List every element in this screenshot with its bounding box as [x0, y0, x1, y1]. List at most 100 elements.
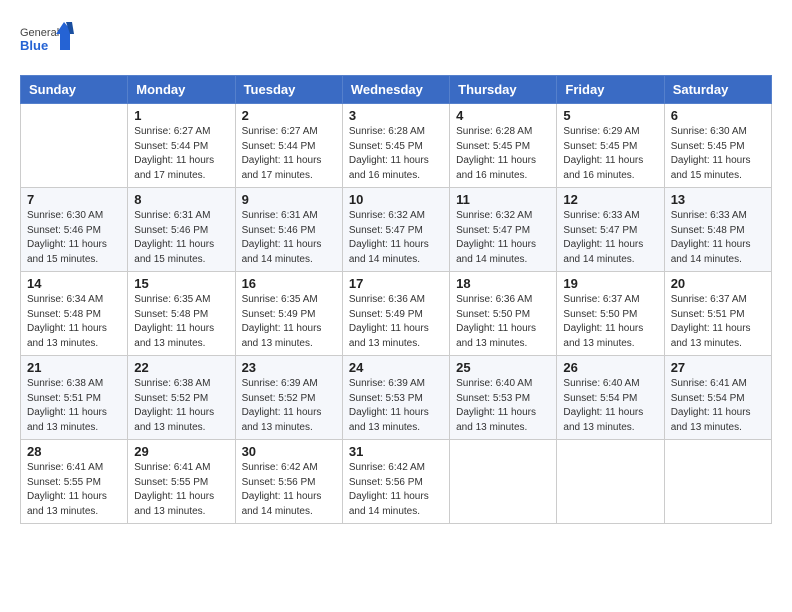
day-number: 8 — [134, 192, 228, 207]
day-number: 10 — [349, 192, 443, 207]
day-info: Sunrise: 6:30 AM Sunset: 5:46 PM Dayligh… — [27, 209, 121, 267]
day-number: 11 — [456, 192, 550, 207]
day-number: 24 — [349, 360, 443, 375]
svg-text:Blue: Blue — [20, 38, 48, 53]
calendar-cell: 16 Sunrise: 6:35 AM Sunset: 5:49 PM Dayli… — [235, 272, 342, 356]
day-info: Sunrise: 6:41 AM Sunset: 5:55 PM Dayligh… — [134, 461, 228, 519]
calendar-cell: 15 Sunrise: 6:35 AM Sunset: 5:48 PM Dayli… — [128, 272, 235, 356]
calendar-week-row: 14 Sunrise: 6:34 AM Sunset: 5:48 PM Dayli… — [21, 272, 772, 356]
day-info: Sunrise: 6:29 AM Sunset: 5:45 PM Dayligh… — [563, 125, 657, 183]
day-number: 6 — [671, 108, 765, 123]
calendar-cell: 24 Sunrise: 6:39 AM Sunset: 5:53 PM Dayli… — [342, 356, 449, 440]
day-header-friday: Friday — [557, 76, 664, 104]
calendar-cell: 26 Sunrise: 6:40 AM Sunset: 5:54 PM Dayli… — [557, 356, 664, 440]
calendar-cell: 3 Sunrise: 6:28 AM Sunset: 5:45 PM Daylig… — [342, 104, 449, 188]
day-header-monday: Monday — [128, 76, 235, 104]
calendar-cell: 7 Sunrise: 6:30 AM Sunset: 5:46 PM Daylig… — [21, 188, 128, 272]
day-info: Sunrise: 6:39 AM Sunset: 5:53 PM Dayligh… — [349, 377, 443, 435]
calendar-cell: 14 Sunrise: 6:34 AM Sunset: 5:48 PM Dayli… — [21, 272, 128, 356]
day-number: 1 — [134, 108, 228, 123]
calendar-cell: 28 Sunrise: 6:41 AM Sunset: 5:55 PM Dayli… — [21, 440, 128, 524]
day-info: Sunrise: 6:42 AM Sunset: 5:56 PM Dayligh… — [349, 461, 443, 519]
day-info: Sunrise: 6:35 AM Sunset: 5:48 PM Dayligh… — [134, 293, 228, 351]
day-number: 22 — [134, 360, 228, 375]
day-number: 21 — [27, 360, 121, 375]
day-number: 25 — [456, 360, 550, 375]
day-info: Sunrise: 6:33 AM Sunset: 5:47 PM Dayligh… — [563, 209, 657, 267]
calendar-cell: 19 Sunrise: 6:37 AM Sunset: 5:50 PM Dayli… — [557, 272, 664, 356]
calendar-cell: 12 Sunrise: 6:33 AM Sunset: 5:47 PM Dayli… — [557, 188, 664, 272]
calendar-cell: 29 Sunrise: 6:41 AM Sunset: 5:55 PM Dayli… — [128, 440, 235, 524]
day-info: Sunrise: 6:28 AM Sunset: 5:45 PM Dayligh… — [349, 125, 443, 183]
page-header: General Blue — [20, 20, 772, 65]
day-info: Sunrise: 6:37 AM Sunset: 5:50 PM Dayligh… — [563, 293, 657, 351]
day-number: 3 — [349, 108, 443, 123]
day-info: Sunrise: 6:33 AM Sunset: 5:48 PM Dayligh… — [671, 209, 765, 267]
day-info: Sunrise: 6:36 AM Sunset: 5:49 PM Dayligh… — [349, 293, 443, 351]
calendar-cell — [664, 440, 771, 524]
day-info: Sunrise: 6:30 AM Sunset: 5:45 PM Dayligh… — [671, 125, 765, 183]
calendar-cell: 13Sunrise: 6:33 AM Sunset: 5:48 PM Dayli… — [664, 188, 771, 272]
day-number: 28 — [27, 444, 121, 459]
day-info: Sunrise: 6:28 AM Sunset: 5:45 PM Dayligh… — [456, 125, 550, 183]
calendar-cell: 9 Sunrise: 6:31 AM Sunset: 5:46 PM Daylig… — [235, 188, 342, 272]
day-number: 31 — [349, 444, 443, 459]
day-number: 9 — [242, 192, 336, 207]
day-number: 23 — [242, 360, 336, 375]
day-number: 7 — [27, 192, 121, 207]
day-number: 26 — [563, 360, 657, 375]
day-info: Sunrise: 6:37 AM Sunset: 5:51 PM Dayligh… — [671, 293, 765, 351]
calendar-cell: 25 Sunrise: 6:40 AM Sunset: 5:53 PM Dayli… — [450, 356, 557, 440]
day-header-thursday: Thursday — [450, 76, 557, 104]
day-header-sunday: Sunday — [21, 76, 128, 104]
calendar-cell: 1 Sunrise: 6:27 AM Sunset: 5:44 PM Daylig… — [128, 104, 235, 188]
day-info: Sunrise: 6:27 AM Sunset: 5:44 PM Dayligh… — [242, 125, 336, 183]
calendar-cell: 31 Sunrise: 6:42 AM Sunset: 5:56 PM Dayli… — [342, 440, 449, 524]
day-number: 5 — [563, 108, 657, 123]
day-number: 14 — [27, 276, 121, 291]
calendar-cell: 20 Sunrise: 6:37 AM Sunset: 5:51 PM Dayli… — [664, 272, 771, 356]
day-info: Sunrise: 6:38 AM Sunset: 5:51 PM Dayligh… — [27, 377, 121, 435]
calendar-cell — [21, 104, 128, 188]
calendar-cell: 11Sunrise: 6:32 AM Sunset: 5:47 PM Dayli… — [450, 188, 557, 272]
calendar-cell — [450, 440, 557, 524]
day-info: Sunrise: 6:34 AM Sunset: 5:48 PM Dayligh… — [27, 293, 121, 351]
day-number: 16 — [242, 276, 336, 291]
day-info: Sunrise: 6:36 AM Sunset: 5:50 PM Dayligh… — [456, 293, 550, 351]
calendar-cell: 8 Sunrise: 6:31 AM Sunset: 5:46 PM Daylig… — [128, 188, 235, 272]
logo-svg: General Blue — [20, 20, 75, 65]
day-number: 20 — [671, 276, 765, 291]
day-info: Sunrise: 6:32 AM Sunset: 5:47 PM Dayligh… — [349, 209, 443, 267]
calendar-cell: 4Sunrise: 6:28 AM Sunset: 5:45 PM Daylig… — [450, 104, 557, 188]
calendar-cell: 17 Sunrise: 6:36 AM Sunset: 5:49 PM Dayli… — [342, 272, 449, 356]
calendar-cell: 22Sunrise: 6:38 AM Sunset: 5:52 PM Dayli… — [128, 356, 235, 440]
day-info: Sunrise: 6:42 AM Sunset: 5:56 PM Dayligh… — [242, 461, 336, 519]
day-info: Sunrise: 6:40 AM Sunset: 5:54 PM Dayligh… — [563, 377, 657, 435]
day-number: 29 — [134, 444, 228, 459]
day-info: Sunrise: 6:35 AM Sunset: 5:49 PM Dayligh… — [242, 293, 336, 351]
day-number: 12 — [563, 192, 657, 207]
calendar-cell: 30 Sunrise: 6:42 AM Sunset: 5:56 PM Dayli… — [235, 440, 342, 524]
day-number: 19 — [563, 276, 657, 291]
day-number: 30 — [242, 444, 336, 459]
day-info: Sunrise: 6:40 AM Sunset: 5:53 PM Dayligh… — [456, 377, 550, 435]
calendar-cell: 27 Sunrise: 6:41 AM Sunset: 5:54 PM Dayli… — [664, 356, 771, 440]
day-number: 15 — [134, 276, 228, 291]
day-info: Sunrise: 6:31 AM Sunset: 5:46 PM Dayligh… — [242, 209, 336, 267]
day-info: Sunrise: 6:27 AM Sunset: 5:44 PM Dayligh… — [134, 125, 228, 183]
day-number: 27 — [671, 360, 765, 375]
day-number: 17 — [349, 276, 443, 291]
calendar-week-row: 28 Sunrise: 6:41 AM Sunset: 5:55 PM Dayli… — [21, 440, 772, 524]
day-info: Sunrise: 6:31 AM Sunset: 5:46 PM Dayligh… — [134, 209, 228, 267]
day-info: Sunrise: 6:41 AM Sunset: 5:54 PM Dayligh… — [671, 377, 765, 435]
calendar-week-row: 1 Sunrise: 6:27 AM Sunset: 5:44 PM Daylig… — [21, 104, 772, 188]
day-header-wednesday: Wednesday — [342, 76, 449, 104]
day-info: Sunrise: 6:39 AM Sunset: 5:52 PM Dayligh… — [242, 377, 336, 435]
calendar-table: SundayMondayTuesdayWednesdayThursdayFrid… — [20, 75, 772, 524]
calendar-cell: 6 Sunrise: 6:30 AM Sunset: 5:45 PM Daylig… — [664, 104, 771, 188]
day-header-tuesday: Tuesday — [235, 76, 342, 104]
calendar-cell: 10 Sunrise: 6:32 AM Sunset: 5:47 PM Dayli… — [342, 188, 449, 272]
calendar-cell: 23 Sunrise: 6:39 AM Sunset: 5:52 PM Dayli… — [235, 356, 342, 440]
calendar-week-row: 21 Sunrise: 6:38 AM Sunset: 5:51 PM Dayli… — [21, 356, 772, 440]
day-info: Sunrise: 6:41 AM Sunset: 5:55 PM Dayligh… — [27, 461, 121, 519]
